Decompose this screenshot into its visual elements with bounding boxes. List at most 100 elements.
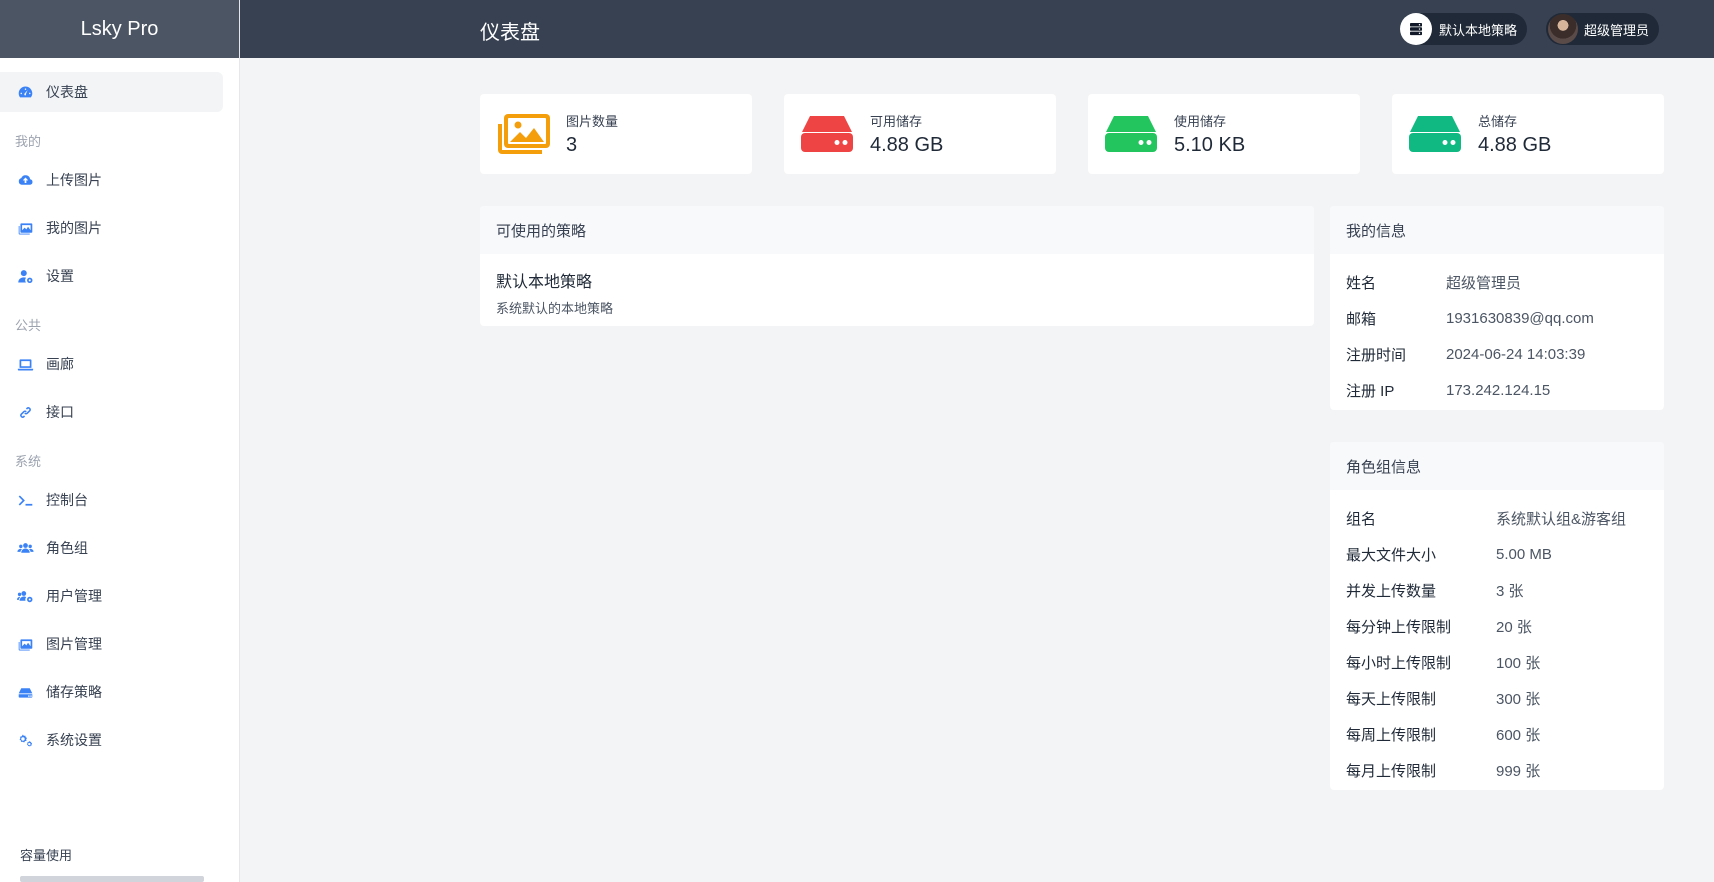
sidebar-item-roles[interactable]: 角色组 — [0, 528, 223, 568]
role-group-panel: 角色组信息 组名 系统默认组&游客组 最大文件大小 5.00 MB 并发上传数量… — [1330, 442, 1664, 790]
strategy-label: 默认本地策略 — [1439, 22, 1518, 38]
info-key: 组名 — [1346, 510, 1377, 528]
sidebar-nav: 仪表盘 我的 上传图片 我的图片 设置 公共 画廊 接口 系统 控制台 角色组 … — [0, 58, 239, 760]
info-key: 注册 IP — [1346, 382, 1395, 400]
user-menu[interactable]: 超级管理员 — [1546, 13, 1660, 45]
info-row: 并发上传数量 3 张 — [1346, 572, 1648, 608]
info-value: 系统默认组&游客组 — [1496, 510, 1627, 528]
info-key: 并发上传数量 — [1346, 582, 1437, 600]
capacity-usage: 容量使用 — [20, 845, 204, 882]
stat-text: 可用储存 4.88 GB — [870, 111, 943, 157]
info-value: 999 张 — [1496, 762, 1541, 780]
sidebar-item-users[interactable]: 用户管理 — [0, 576, 223, 616]
stat-text: 总储存 4.88 GB — [1478, 111, 1551, 157]
stat-value: 4.88 GB — [1478, 134, 1552, 156]
policies-panel: 可使用的策略 默认本地策略 系统默认的本地策略 — [480, 206, 1314, 326]
policy-name: 默认本地策略 — [496, 274, 593, 291]
brand-logo[interactable]: Lsky Pro — [0, 0, 239, 58]
info-value: 20 张 — [1496, 618, 1532, 636]
info-list: 组名 系统默认组&游客组 最大文件大小 5.00 MB 并发上传数量 3 张 每… — [1330, 490, 1664, 788]
sidebar-item-storage[interactable]: 储存策略 — [0, 672, 223, 712]
stat-card-total-storage: 总储存 4.88 GB — [1392, 94, 1664, 174]
sidebar-item-label: 图片管理 — [46, 636, 102, 652]
sidebar-item-label: 控制台 — [46, 492, 88, 508]
info-value: 超级管理员 — [1446, 274, 1522, 292]
sidebar-item-gallery[interactable]: 画廊 — [0, 344, 223, 384]
info-key: 姓名 — [1346, 274, 1377, 292]
hard-drive-icon — [801, 116, 853, 152]
info-value: 2024-06-24 14:03:39 — [1446, 345, 1586, 363]
info-row: 每分钟上传限制 20 张 — [1346, 608, 1648, 644]
info-value: 100 张 — [1496, 654, 1541, 672]
sidebar-item-label: 画廊 — [46, 356, 74, 372]
sidebar-item-api[interactable]: 接口 — [0, 392, 223, 432]
users-icon — [16, 539, 34, 557]
stat-card-used-storage: 使用储存 5.10 KB — [1088, 94, 1360, 174]
nav-section-public: 公共 — [15, 317, 42, 333]
sidebar-item-images-admin[interactable]: 图片管理 — [0, 624, 223, 664]
info-value: 173.242.124.15 — [1446, 381, 1551, 399]
nav-section-mine: 我的 — [15, 133, 42, 149]
info-row: 每月上传限制 999 张 — [1346, 752, 1648, 788]
images-icon — [498, 114, 550, 154]
gauge-icon — [16, 83, 34, 101]
stat-label: 图片数量 — [566, 114, 619, 129]
info-value: 300 张 — [1496, 690, 1541, 708]
sidebar-item-label: 系统设置 — [46, 732, 102, 748]
sidebar: Lsky Pro 仪表盘 我的 上传图片 我的图片 设置 公共 画廊 接口 系统… — [0, 0, 240, 882]
info-key: 最大文件大小 — [1346, 546, 1437, 564]
info-row: 注册 IP 173.242.124.15 — [1346, 372, 1648, 408]
nav-section-system: 系统 — [15, 453, 42, 469]
sidebar-item-label: 上传图片 — [46, 172, 102, 188]
stat-label: 总储存 — [1478, 114, 1518, 129]
strategy-selector[interactable]: 默认本地策略 — [1400, 13, 1528, 45]
info-value: 600 张 — [1496, 726, 1541, 744]
info-row: 每小时上传限制 100 张 — [1346, 644, 1648, 680]
sidebar-item-console[interactable]: 控制台 — [0, 480, 223, 520]
sidebar-item-dashboard[interactable]: 仪表盘 — [0, 72, 223, 112]
stat-card-image-count: 图片数量 3 — [480, 94, 752, 174]
cloud-upload-icon — [16, 171, 34, 189]
sidebar-item-my-images[interactable]: 我的图片 — [0, 208, 223, 248]
sidebar-item-system-settings[interactable]: 系统设置 — [0, 720, 223, 760]
sidebar-item-label: 仪表盘 — [46, 84, 88, 100]
panel-title: 我的信息 — [1330, 206, 1664, 254]
link-icon — [16, 403, 34, 421]
terminal-icon — [16, 491, 34, 509]
info-value: 1931630839@qq.com — [1446, 309, 1594, 327]
user-gear-icon — [16, 267, 34, 285]
sidebar-item-label: 角色组 — [46, 540, 88, 556]
hard-drive-icon — [16, 683, 34, 701]
info-row: 最大文件大小 5.00 MB — [1346, 536, 1648, 572]
stat-value: 3 — [566, 134, 578, 156]
info-key: 每天上传限制 — [1346, 690, 1437, 708]
avatar — [1548, 14, 1578, 44]
info-key: 每月上传限制 — [1346, 762, 1437, 780]
info-value: 5.00 MB — [1496, 545, 1552, 563]
stat-value: 5.10 KB — [1174, 134, 1246, 156]
hard-drive-icon — [1105, 116, 1157, 152]
info-row: 姓名 超级管理员 — [1346, 264, 1648, 300]
sidebar-item-label: 储存策略 — [46, 684, 102, 700]
gears-icon — [16, 731, 34, 749]
policy-item[interactable]: 默认本地策略 系统默认的本地策略 — [480, 254, 1314, 317]
info-row: 每周上传限制 600 张 — [1346, 716, 1648, 752]
laptop-icon — [16, 355, 34, 373]
sidebar-item-label: 我的图片 — [46, 220, 102, 236]
sidebar-item-label: 设置 — [46, 268, 74, 284]
page-title: 仪表盘 — [480, 22, 540, 44]
info-list: 姓名 超级管理员 邮箱 1931630839@qq.com 注册时间 2024-… — [1330, 254, 1664, 408]
panel-title: 可使用的策略 — [480, 206, 1314, 254]
my-info-panel: 我的信息 姓名 超级管理员 邮箱 1931630839@qq.com 注册时间 … — [1330, 206, 1664, 410]
stat-label: 使用储存 — [1174, 114, 1227, 129]
panel-title: 角色组信息 — [1330, 442, 1664, 490]
info-key: 每分钟上传限制 — [1346, 618, 1452, 636]
info-row: 组名 系统默认组&游客组 — [1346, 500, 1648, 536]
sidebar-item-settings[interactable]: 设置 — [0, 256, 223, 296]
sidebar-item-label: 接口 — [46, 404, 74, 420]
info-row: 邮箱 1931630839@qq.com — [1346, 300, 1648, 336]
info-key: 邮箱 — [1346, 310, 1377, 328]
images-icon — [16, 635, 34, 653]
capacity-bar — [20, 876, 204, 882]
sidebar-item-upload[interactable]: 上传图片 — [0, 160, 223, 200]
